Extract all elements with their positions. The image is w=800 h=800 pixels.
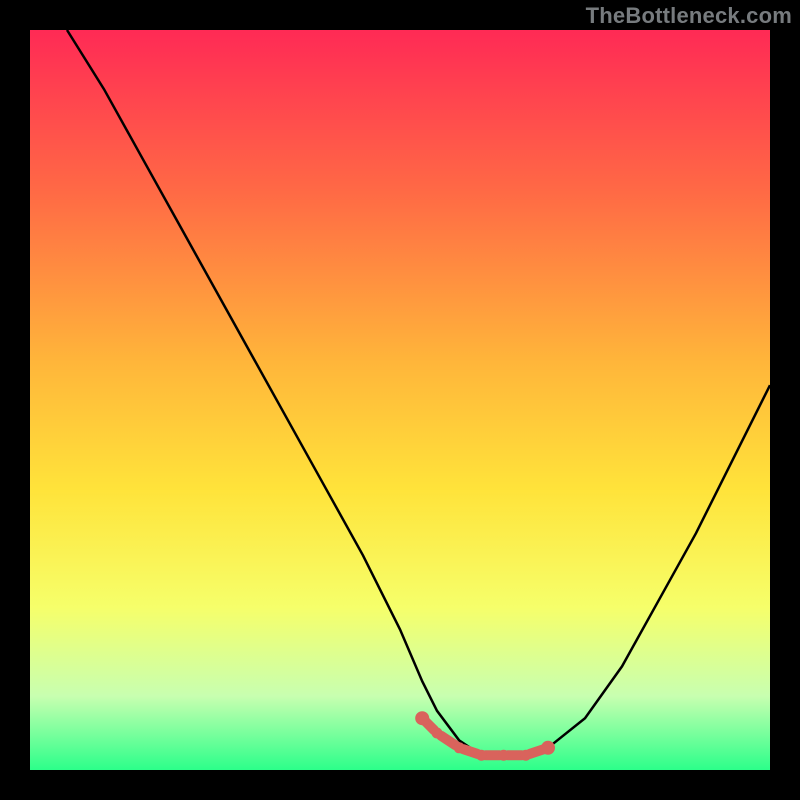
optimal-range-point [415, 711, 429, 725]
watermark-text: TheBottleneck.com [586, 3, 792, 29]
optimal-range-point [541, 741, 555, 755]
optimal-range-point [498, 750, 509, 761]
optimal-range-segment [441, 736, 455, 745]
bottleneck-curve [67, 30, 770, 755]
optimal-range-markers [415, 711, 555, 761]
curve-layer [30, 30, 770, 770]
optimal-range-point [454, 742, 465, 753]
optimal-range-point [432, 728, 443, 739]
chart-frame: TheBottleneck.com [0, 0, 800, 800]
optimal-range-point [476, 750, 487, 761]
optimal-range-segment [463, 749, 477, 754]
optimal-range-point [520, 750, 531, 761]
